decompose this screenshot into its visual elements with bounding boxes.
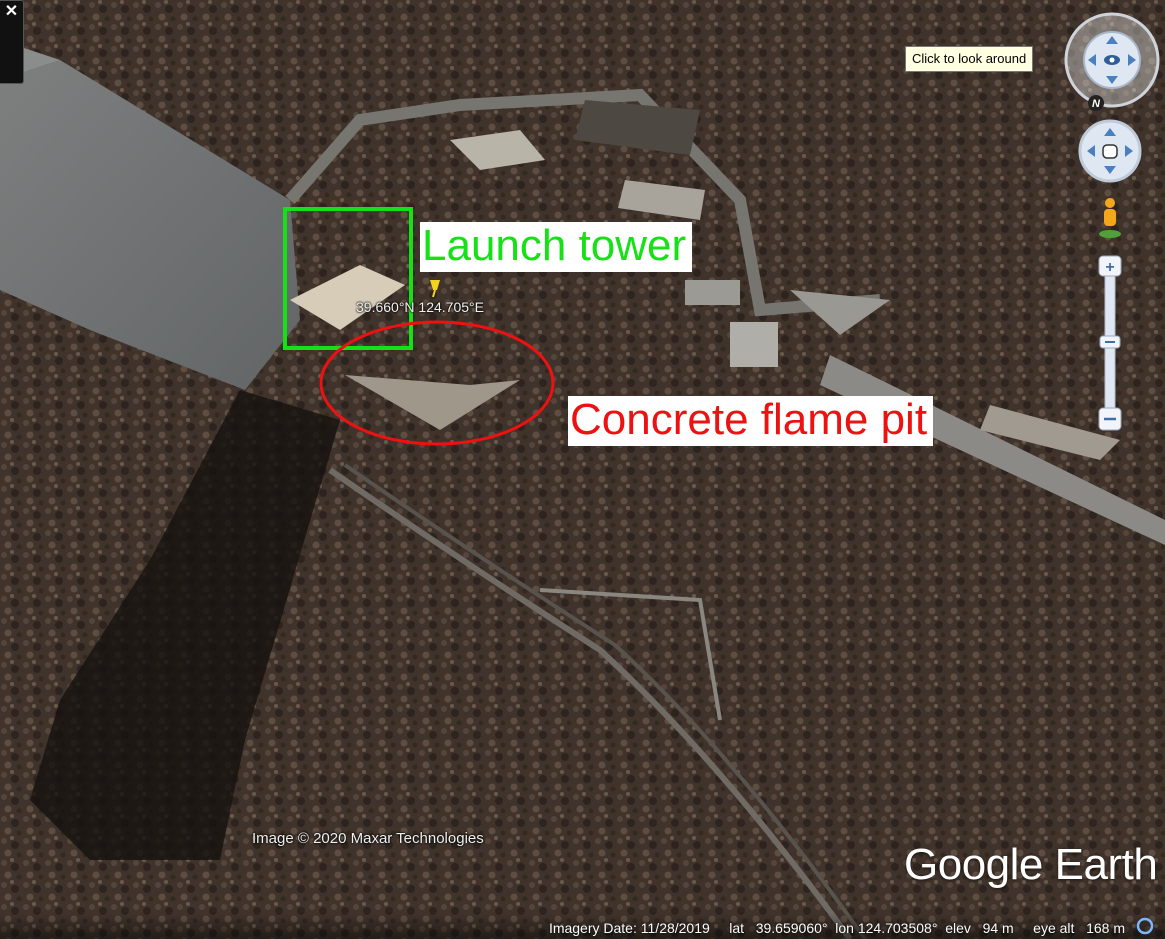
google-earth-logo: Google Earth [904,840,1158,890]
elev-value: 94 m [982,920,1014,936]
elev-label: elev [945,920,971,936]
svg-text:+: + [1105,259,1114,276]
status-bar: Imagery Date: 11/28/2019 lat 39.659060° … [0,913,1165,939]
satellite-map-view[interactable] [0,0,1165,939]
compass-north-icon[interactable]: N [1088,95,1104,111]
imagery-date: 11/28/2019 [640,920,710,936]
hand-pan-icon[interactable] [1078,119,1142,183]
navigation-controls: N + [1064,12,1160,431]
imagery-date-label: Imagery Date: [548,920,637,936]
lat-value: 39.659060° [755,920,828,936]
svg-text:N: N [1092,98,1101,110]
imagery-credit: Image © 2020 Maxar Technologies [252,830,484,847]
lon-value: 124.703508° [857,920,938,936]
zoom-slider[interactable]: + [1098,255,1122,431]
flame-pit-label: Concrete flame pit [568,396,934,446]
brand-google: Google [904,840,1043,889]
lon-label: lon [835,920,854,936]
eye-alt-label: eye alt [1033,920,1075,936]
brand-earth: Earth [1054,840,1158,889]
look-around-tooltip: Click to look around [905,46,1034,72]
lat-label: lat [729,920,745,936]
look-around-icon[interactable] [1064,12,1160,108]
launch-tower-label: Launch tower [420,222,693,272]
streaming-status-icon [1136,917,1154,935]
zoom-in-button[interactable]: + [1098,255,1122,277]
building [730,322,778,367]
status-readout: Imagery Date: 11/28/2019 lat 39.659060° … [549,920,1125,936]
street-view-pegman-icon[interactable] [1099,198,1121,238]
building [685,280,740,305]
zoom-out-button[interactable] [1098,407,1122,431]
zoom-handle[interactable] [1099,335,1121,349]
eye-alt-value: 168 m [1086,920,1125,936]
placemark-coordinates: 39.660°N 124.705°E [356,299,484,315]
close-button[interactable]: ✕ [0,0,24,84]
